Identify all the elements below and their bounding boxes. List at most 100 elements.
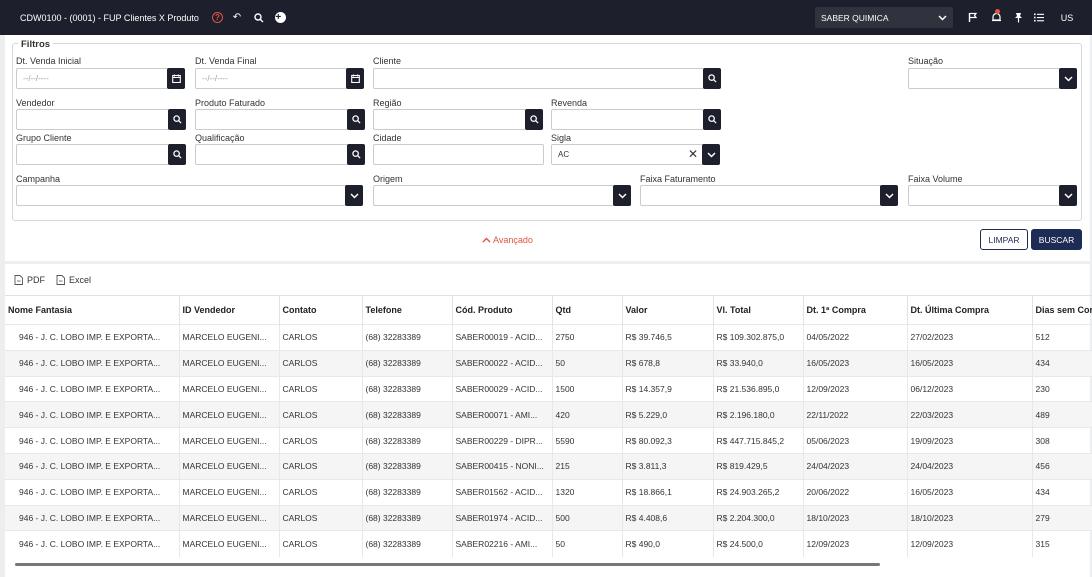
column-header[interactable]: Qtd [552,295,623,325]
table-row[interactable]: 946 - J. C. LOBO IMP. E EXPORTA... MARCEL… [5,375,1092,402]
chevron-down-icon[interactable] [1059,68,1077,89]
table-cell: MARCELO EUGENI... [179,401,280,428]
table-cell: CARLOS [279,401,363,428]
export-pdf-button[interactable]: PDF [14,275,45,285]
search-icon[interactable] [703,68,721,89]
regiao-input[interactable] [373,109,526,130]
clear-button[interactable]: LIMPAR [980,229,1028,250]
table-row[interactable]: 946 - J. C. LOBO IMP. E EXPORTA... MARCEL… [5,401,1092,428]
search-button[interactable]: BUSCAR [1031,229,1082,250]
search-icon[interactable] [347,109,365,130]
dt-venda-inicial-input[interactable]: --/--/---- [16,68,168,89]
table-cell: CARLOS [279,324,363,351]
column-header[interactable]: Contato [279,295,363,325]
table-cell: R$ 4.408,6 [622,504,714,531]
table-cell: 946 - J. C. LOBO IMP. E EXPORTA... [5,504,180,531]
table-cell: 500 [552,504,623,531]
table-cell: 946 - J. C. LOBO IMP. E EXPORTA... [5,401,180,428]
table-row[interactable]: 946 - J. C. LOBO IMP. E EXPORTA... MARCEL… [5,452,1092,480]
table-cell: (68) 32283389 [362,349,453,377]
menu-list-icon[interactable] [1031,9,1047,25]
column-header[interactable]: Dt. 1ª Compra [803,295,908,325]
table-cell: 946 - J. C. LOBO IMP. E EXPORTA... [5,530,180,557]
cliente-input[interactable] [373,68,704,89]
table-cell: R$ 109.302.875,0 [713,324,804,351]
export-excel-button[interactable]: Excel [56,275,91,285]
search-icon[interactable] [703,109,721,130]
table-row[interactable]: 946 - J. C. LOBO IMP. E EXPORTA... MARCEL… [5,504,1092,531]
table-cell: 22/11/2022 [803,401,908,428]
chevron-down-icon[interactable] [702,144,720,165]
search-icon[interactable] [168,109,186,130]
search-icon[interactable] [251,10,267,26]
table-row[interactable]: 946 - J. C. LOBO IMP. E EXPORTA... MARCEL… [5,349,1092,377]
column-header[interactable]: Dias sem Cor [1032,295,1092,325]
add-icon[interactable]: + [273,10,289,26]
search-icon[interactable] [525,109,543,130]
table-cell: MARCELO EUGENI... [179,530,280,557]
faixa-volume-select[interactable] [908,185,1060,206]
company-select[interactable]: SABER QUIMICA [815,7,953,28]
chevron-down-icon[interactable] [613,185,631,206]
clear-icon[interactable]: ✕ [688,147,698,161]
user-avatar[interactable]: US [1057,9,1077,26]
table-row[interactable]: 946 - J. C. LOBO IMP. E EXPORTA... MARCEL… [5,427,1092,454]
calendar-icon[interactable] [346,68,364,89]
table-row[interactable]: 946 - J. C. LOBO IMP. E EXPORTA... MARCEL… [5,478,1092,506]
calendar-icon[interactable] [167,68,185,89]
table-cell: 06/12/2023 [907,375,1033,402]
chevron-down-icon[interactable] [345,185,363,206]
column-header[interactable]: Valor [622,295,714,325]
vendedor-input[interactable] [16,109,169,130]
produto-faturado-input[interactable] [195,109,348,130]
back-icon[interactable]: ↶ [229,10,245,26]
campanha-select[interactable] [16,185,346,206]
table-cell: 12/09/2023 [803,375,908,402]
chevron-down-icon[interactable] [1059,185,1077,206]
table-cell: 16/05/2023 [803,349,908,377]
table-cell: SABER01562 - ACID... [452,478,553,506]
pin-icon[interactable] [1010,9,1026,25]
table-row[interactable]: 946 - J. C. LOBO IMP. E EXPORTA... MARCEL… [5,530,1092,557]
table-row[interactable]: 946 - J. C. LOBO IMP. E EXPORTA... MARCEL… [5,324,1092,351]
table-cell: 18/10/2023 [907,504,1033,531]
search-icon[interactable] [347,144,365,165]
table-cell: 12/09/2023 [803,530,908,557]
table-cell: 946 - J. C. LOBO IMP. E EXPORTA... [5,375,180,402]
column-header[interactable]: Cód. Produto [452,295,553,325]
qualificacao-input[interactable] [195,144,348,165]
grupo-cliente-input[interactable] [16,144,169,165]
dt-venda-final-input[interactable]: --/--/---- [195,68,347,89]
column-header[interactable]: Dt. Última Compra [907,295,1033,325]
table-cell: 04/05/2022 [803,324,908,351]
table-cell: 12/09/2023 [907,530,1033,557]
chevron-down-icon[interactable] [880,185,898,206]
column-header[interactable]: ID Vendedor [179,295,280,325]
chevron-down-icon [938,13,947,23]
table-cell: 489 [1032,401,1092,428]
situacao-select[interactable] [908,68,1060,89]
help-icon[interactable]: ? [211,12,223,23]
revenda-input[interactable] [551,109,704,130]
search-icon[interactable] [168,144,186,165]
table-cell: 1320 [552,478,623,506]
table-cell: CARLOS [279,427,363,454]
column-header[interactable]: Nome Fantasia [5,295,180,325]
table-cell: MARCELO EUGENI... [179,478,280,506]
horizontal-scrollbar[interactable] [15,563,880,566]
table-cell: (68) 32283389 [362,401,453,428]
table-cell: 230 [1032,375,1092,402]
column-header[interactable]: Vl. Total [713,295,804,325]
table-cell: 946 - J. C. LOBO IMP. E EXPORTA... [5,427,180,454]
table-cell: MARCELO EUGENI... [179,504,280,531]
notification-bell-icon[interactable] [988,9,1004,25]
faixa-faturamento-select[interactable] [640,185,881,206]
table-cell: 946 - J. C. LOBO IMP. E EXPORTA... [5,349,180,377]
column-header[interactable]: Telefone [362,295,453,325]
cidade-input[interactable] [373,144,544,165]
advanced-toggle[interactable]: Avançado [482,235,533,245]
flag-icon[interactable] [965,9,981,25]
origem-select[interactable] [373,185,614,206]
table-cell: 22/03/2023 [907,401,1033,428]
sigla-select[interactable]: AC [551,144,704,165]
